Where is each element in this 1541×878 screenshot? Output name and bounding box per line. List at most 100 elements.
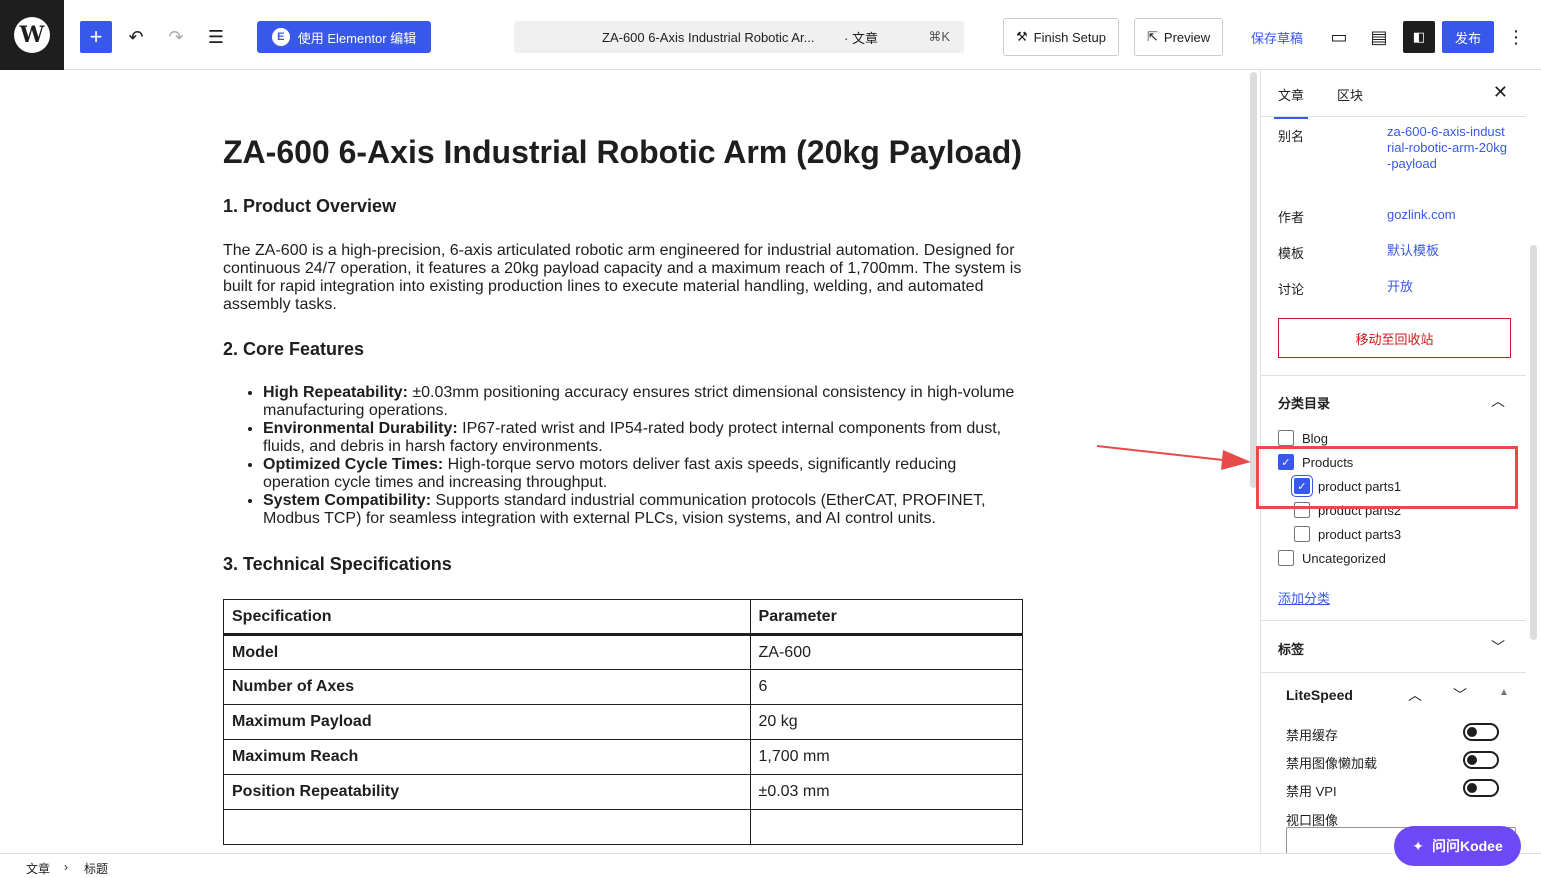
table-cell: Maximum Reach	[223, 739, 751, 775]
table-row: Number of Axes 6	[223, 669, 1024, 705]
table-cell: ZA-600	[749, 634, 1024, 670]
table-cell: 1,700 mm	[749, 739, 1024, 775]
edit-with-elementor-button[interactable]: E 使用 Elementor 编辑	[257, 21, 431, 53]
block-breadcrumb: 文章 › 标题	[0, 853, 1541, 878]
table-row: Maximum Payload 20 kg	[223, 704, 1024, 740]
sparkle-icon: ✦	[1412, 837, 1424, 854]
kodee-label: 问问Kodee	[1431, 838, 1503, 854]
feature-label: Optimized Cycle Times:	[263, 456, 444, 473]
redo-button[interactable]: ↷	[160, 21, 192, 53]
list-view-icon: ☰	[207, 26, 225, 47]
table-cell	[223, 809, 751, 845]
category-label: Blog	[1302, 430, 1329, 446]
disable-lazyload-label: 禁用图像懒加载	[1286, 756, 1378, 771]
checkbox[interactable]	[1278, 430, 1294, 446]
tags-heading[interactable]: 标签	[1278, 639, 1304, 658]
table-cell: 20 kg	[749, 704, 1024, 740]
sidebar-scrollbar[interactable]	[1530, 245, 1537, 640]
table-cell	[749, 809, 1024, 845]
categories-heading[interactable]: 分类目录	[1278, 393, 1330, 412]
close-sidebar-button[interactable]: ✕	[1493, 82, 1508, 103]
ask-kodee-button[interactable]: ✦ 问问Kodee	[1394, 826, 1521, 866]
post-title[interactable]: ZA-600 6-Axis Industrial Robotic Arm (20…	[223, 134, 1023, 171]
discussion-label: 讨论	[1278, 282, 1305, 297]
disable-lazyload-toggle[interactable]	[1463, 751, 1499, 769]
preview-button[interactable]: ⇱ Preview	[1134, 18, 1224, 56]
sidebar-icon: ◧	[1412, 29, 1426, 44]
save-draft-button[interactable]: 保存草稿	[1250, 21, 1304, 53]
breadcrumb-post[interactable]: 文章	[26, 860, 50, 877]
finish-setup-label: Finish Setup	[1033, 29, 1106, 45]
checkbox[interactable]	[1294, 526, 1310, 542]
chevron-up-icon[interactable]: ︿	[1491, 391, 1505, 411]
author-label: 作者	[1278, 210, 1305, 225]
specs-heading[interactable]: 3. Technical Specifications	[223, 554, 1023, 575]
move-up-button[interactable]: ︿	[1408, 685, 1422, 705]
list-item: Environmental Durability: IP67-rated wri…	[263, 420, 1023, 456]
settings-sidebar-toggle[interactable]: ◧	[1403, 21, 1435, 53]
disable-vpi-label: 禁用 VPI	[1286, 784, 1337, 799]
table-cell: Maximum Payload	[223, 704, 751, 740]
options-menu-button[interactable]: ⋮	[1500, 21, 1532, 53]
editor-canvas[interactable]: ZA-600 6-Axis Industrial Robotic Arm (20…	[0, 70, 1247, 853]
slug-label: 别名	[1278, 129, 1305, 144]
feature-label: Environmental Durability:	[263, 420, 458, 437]
features-heading[interactable]: 2. Core Features	[223, 339, 1023, 360]
breadcrumb-title[interactable]: 标题	[84, 860, 108, 877]
wordpress-icon: W	[14, 17, 50, 53]
post-content: ZA-600 6-Axis Industrial Robotic Arm (20…	[223, 70, 1024, 845]
overview-paragraph[interactable]: The ZA-600 is a high-precision, 6-axis a…	[223, 242, 1023, 314]
elementor-label: 使用 Elementor 编辑	[297, 30, 417, 46]
editor-scrollbar[interactable]	[1250, 72, 1257, 488]
checkbox[interactable]	[1278, 550, 1294, 566]
annotation-arrow-icon	[1096, 445, 1251, 470]
template-value[interactable]: 默认模板	[1387, 243, 1439, 259]
move-down-button[interactable]: ﹀	[1453, 685, 1467, 705]
disable-vpi-toggle[interactable]	[1463, 779, 1499, 797]
move-to-trash-button[interactable]: 移动至回收站	[1278, 318, 1511, 358]
table-cell: Model	[223, 634, 751, 670]
document-overview-button[interactable]: ☰	[200, 21, 232, 53]
table-cell: 6	[749, 669, 1024, 705]
wordpress-logo-button[interactable]: W	[0, 0, 64, 70]
details-button[interactable]: ▤	[1363, 21, 1395, 53]
category-blog[interactable]: Blog	[1278, 430, 1328, 446]
overview-heading[interactable]: 1. Product Overview	[223, 196, 1023, 217]
table-header-row: Specification Parameter	[223, 599, 1024, 636]
tab-post[interactable]: 文章	[1273, 85, 1309, 119]
list-item: System Compatibility: Supports standard …	[263, 492, 1023, 528]
external-link-icon: ⇱	[1147, 29, 1158, 44]
elementor-icon: E	[271, 28, 290, 46]
preview-label: Preview	[1163, 29, 1211, 45]
feature-label: System Compatibility:	[263, 492, 432, 509]
chevron-down-icon[interactable]: ﹀	[1491, 637, 1505, 657]
list-item: Optimized Cycle Times: High-torque servo…	[263, 456, 1023, 492]
setup-icon: ⚒	[1016, 29, 1028, 44]
slug-value[interactable]: za-600-6-axis-industrial-robotic-arm-20k…	[1387, 124, 1507, 172]
category-product-parts3[interactable]: product parts3	[1294, 526, 1401, 542]
divider	[1261, 620, 1526, 621]
device-preview-button[interactable]: ▭	[1323, 21, 1355, 53]
command-palette-bar[interactable]: ZA-600 6-Axis Industrial Robotic Ar... ·…	[514, 21, 964, 53]
annotation-highlight-box	[1256, 446, 1518, 509]
tab-block[interactable]: 区块	[1337, 85, 1363, 104]
close-icon: ✕	[1492, 82, 1508, 102]
table-cell: Number of Axes	[223, 669, 751, 705]
undo-button[interactable]: ↶	[120, 21, 152, 53]
category-uncategorized[interactable]: Uncategorized	[1278, 550, 1386, 566]
desktop-icon: ▭	[1330, 26, 1348, 47]
table-cell: ±0.03 mm	[749, 774, 1024, 810]
author-value[interactable]: gozlink.com	[1387, 207, 1456, 223]
add-block-button[interactable]: +	[80, 21, 112, 53]
disable-cache-toggle[interactable]	[1463, 723, 1499, 741]
features-list[interactable]: High Repeatability: ±0.03mm positioning …	[263, 384, 1023, 528]
table-row: Position Repeatability ±0.03 mm	[223, 774, 1024, 810]
finish-setup-button[interactable]: ⚒ Finish Setup	[1003, 18, 1119, 56]
collapse-panel-icon[interactable]: ▲	[1499, 687, 1509, 698]
redo-icon: ↷	[168, 26, 184, 47]
discussion-value[interactable]: 开放	[1387, 279, 1413, 295]
spec-table[interactable]: Specification Parameter Model ZA-600 Numb…	[223, 599, 1024, 845]
table-cell: Position Repeatability	[223, 774, 751, 810]
add-category-link[interactable]: 添加分类	[1278, 588, 1330, 607]
publish-button[interactable]: 发布	[1442, 21, 1494, 53]
